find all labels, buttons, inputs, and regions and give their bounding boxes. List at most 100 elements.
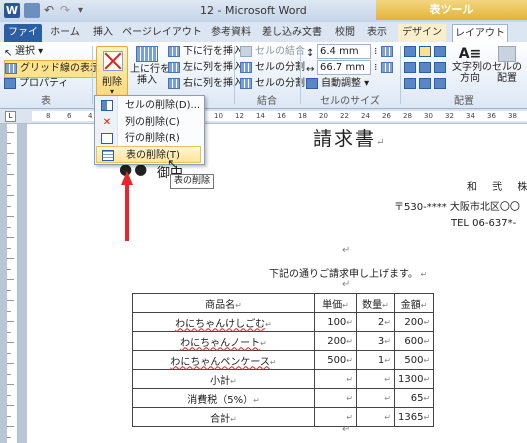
delete-rows-icon [101, 133, 113, 144]
table-cell[interactable]: 1300↵ [393, 369, 435, 389]
word-app-icon[interactable]: W [4, 3, 20, 18]
align-top-center-icon[interactable] [419, 45, 431, 57]
tab-insert[interactable]: 挿入 [90, 24, 116, 42]
vertical-ruler[interactable] [7, 124, 18, 443]
align-middle-left-icon[interactable] [404, 61, 416, 73]
distribute-rows-icon[interactable] [380, 46, 393, 57]
document-page[interactable]: 請求書↵ ●● 御中 和 弐 株式 〒530-**** 大阪市北区〇〇 TEL … [27, 124, 527, 443]
split-table-button[interactable]: セルの分割 [240, 76, 305, 92]
split-cells-button[interactable]: セルの分割 [240, 60, 305, 76]
delete-table-icon [103, 51, 123, 71]
align-middle-row [404, 60, 449, 76]
distribute-columns-icon[interactable] [380, 62, 393, 73]
cell-width-field[interactable]: ↔ 66.7 mm ⁝ [306, 60, 396, 76]
menu-item-delete-rows[interactable]: 行の削除(R) [96, 130, 201, 147]
align-top-row [404, 44, 449, 60]
table-cell[interactable]: 200↵ [393, 312, 435, 332]
table-cell[interactable]: ↵ [356, 369, 395, 389]
group-label-alignment: 配置 [454, 96, 474, 107]
table-cell[interactable]: ↵ [314, 369, 357, 389]
horizontal-ruler[interactable]: L 86422468101214161820222426283032343638 [0, 109, 527, 124]
align-top-left-icon[interactable] [404, 45, 416, 57]
vertical-ruler-tick [7, 205, 11, 207]
company-address: 〒530-**** 大阪市北区〇〇 [394, 202, 520, 213]
table-header-cell[interactable]: 数量↵ [356, 293, 395, 313]
merge-cells-button[interactable]: セルの結合 [240, 44, 305, 60]
tab-references[interactable]: 参考資料 [208, 24, 254, 42]
header-unit-price: 単価 [322, 299, 343, 311]
align-middle-center-icon[interactable] [419, 61, 431, 73]
table-cell[interactable]: 2↵ [356, 312, 395, 332]
redo-icon[interactable]: ↷ [60, 3, 76, 18]
table-cell[interactable]: ↵ [314, 388, 357, 408]
align-middle-right-icon[interactable] [434, 61, 446, 73]
tab-review[interactable]: 校閲 [330, 24, 360, 42]
tab-selector-icon[interactable]: L [5, 111, 16, 122]
cell-mark: ↵ [384, 412, 391, 422]
menu-item-delete-columns[interactable]: ✕ 列の削除(C) [96, 114, 201, 131]
insert-right-button[interactable]: 右に列を挿入 [168, 76, 243, 92]
table-cell[interactable]: わにちゃんペンケース↵ [132, 350, 315, 370]
autofit-button[interactable]: 自動調整 ▾ [306, 76, 369, 92]
table-header-row: 商品名↵ 単価↵ 数量↵ 金額↵ [132, 293, 435, 313]
table-cell[interactable]: 合計↵ [132, 407, 315, 427]
cell-height-input[interactable]: 6.4 mm [317, 44, 371, 59]
group-separator [92, 46, 93, 104]
align-top-right-icon[interactable] [434, 45, 446, 57]
save-icon[interactable] [24, 3, 40, 18]
window-title: 12 - Microsoft Word [200, 4, 307, 17]
ruler-tick-label: 6 [67, 112, 72, 120]
align-bottom-center-icon[interactable] [419, 77, 431, 89]
table-header-cell[interactable]: 商品名↵ [132, 293, 315, 313]
cell-text: 200 [327, 335, 347, 347]
cell-margins-icon [498, 46, 516, 62]
tab-design[interactable]: デザイン [398, 24, 446, 42]
text-direction-button[interactable]: A≡ 文字列の 方向 [452, 46, 492, 84]
invoice-table[interactable]: 商品名↵ 単価↵ 数量↵ 金額↵ わにちゃんけしごむ↵ 100↵ 2↵ 200↵… [132, 293, 435, 427]
cell-margins-button[interactable]: セルの 配置 [490, 46, 524, 84]
cell-width-input[interactable]: 66.7 mm [317, 60, 371, 75]
table-cell[interactable]: 1365↵ [393, 407, 435, 427]
cell-text: 小計 [210, 375, 231, 387]
table-cell[interactable]: 200↵ [314, 331, 357, 351]
vertical-ruler-tick [7, 184, 11, 186]
table-header-cell[interactable]: 金額↵ [393, 293, 435, 313]
align-bottom-right-icon[interactable] [434, 77, 446, 89]
table-cell[interactable]: 65↵ [393, 388, 435, 408]
align-bottom-left-icon[interactable] [404, 77, 416, 89]
table-cell[interactable]: 小計↵ [132, 369, 315, 389]
insert-above-button[interactable]: 上に行を 挿入 [130, 46, 170, 92]
insert-below-button[interactable]: 下に行を挿入 [168, 44, 243, 60]
tab-file[interactable]: ファイル [4, 24, 42, 56]
undo-icon[interactable]: ↶ [44, 3, 60, 18]
vertical-ruler-tick [7, 268, 11, 270]
select-button[interactable]: ↖ 選択 ▾ [4, 44, 43, 60]
tab-page-layout[interactable]: ページレイアウト [122, 24, 202, 42]
quick-access-dropdown-icon[interactable]: ▾ [78, 3, 94, 18]
tab-mailings[interactable]: 差し込み文書 [260, 24, 324, 42]
table-cell[interactable]: 1↵ [356, 350, 395, 370]
table-cell[interactable]: 3↵ [356, 331, 395, 351]
cell-height-field[interactable]: ↕ 6.4 mm ⁝ [306, 44, 396, 60]
table-header-cell[interactable]: 単価↵ [314, 293, 357, 313]
table-cell[interactable]: 100↵ [314, 312, 357, 332]
table-cell[interactable]: 600↵ [393, 331, 435, 351]
vertical-ruler-tick [7, 436, 11, 438]
table-cell[interactable]: ↵ [356, 388, 395, 408]
table-cell[interactable]: わにちゃんけしごむ↵ [132, 312, 315, 332]
table-cell[interactable]: 500↵ [393, 350, 435, 370]
tab-view[interactable]: 表示 [364, 24, 390, 42]
properties-button[interactable]: プロパティ [4, 76, 68, 92]
menu-item-delete-table[interactable]: 表の削除(T) [96, 146, 201, 163]
paragraph-mark: ↵ [376, 137, 387, 148]
table-cell[interactable]: ↵ [356, 407, 395, 427]
table-cell[interactable]: 500↵ [314, 350, 357, 370]
insert-left-button[interactable]: 左に列を挿入 [168, 60, 243, 76]
table-cell[interactable]: わにちゃんノート↵ [132, 331, 315, 351]
tab-home[interactable]: ホーム [50, 24, 80, 42]
table-cell[interactable]: 消費税（5%）↵ [132, 388, 315, 408]
menu-item-delete-cells[interactable]: セルの削除(D)... [96, 97, 201, 114]
cell-text: 1300 [398, 373, 424, 385]
menu-item-label: 列の削除(C) [125, 117, 180, 128]
tab-layout[interactable]: レイアウト [452, 24, 508, 43]
